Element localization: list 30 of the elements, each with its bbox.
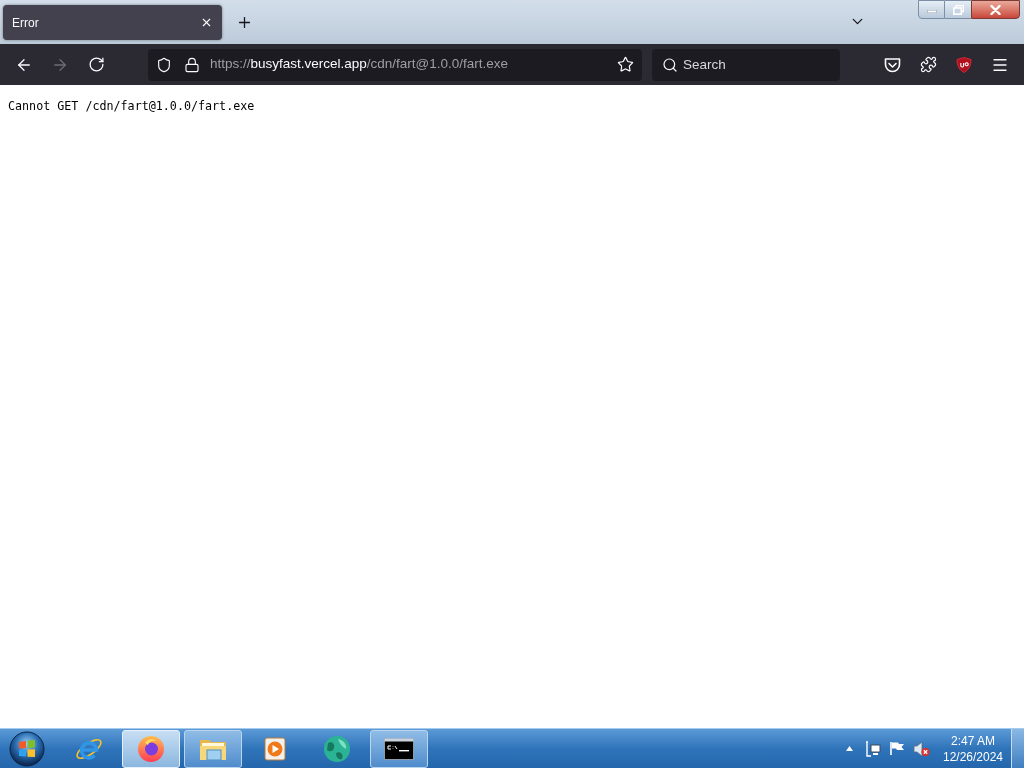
orb-icon bbox=[9, 730, 45, 767]
caret-up-icon bbox=[845, 746, 853, 751]
terminal-icon bbox=[384, 737, 414, 760]
lock-icon[interactable] bbox=[184, 56, 200, 73]
close-icon bbox=[990, 4, 1001, 15]
minimize-button[interactable] bbox=[918, 0, 945, 19]
minimize-icon bbox=[926, 10, 937, 13]
puzzle-icon bbox=[919, 56, 937, 73]
pouch-icon bbox=[883, 56, 901, 73]
reload-icon bbox=[87, 56, 105, 73]
taskbar-button[interactable] bbox=[370, 729, 428, 768]
play-icon bbox=[264, 736, 286, 761]
flag-icon bbox=[889, 741, 905, 756]
url-text: https://busyfast.vercel.app/cdn/fart@1.0.0/fart.exe bbox=[210, 55, 509, 74]
error-message: Cannot GET /cdn/fart@1.0.0/fart.exe bbox=[8, 98, 255, 114]
search-icon bbox=[662, 56, 678, 73]
globe-icon bbox=[322, 734, 352, 763]
ring-logo-icon bbox=[137, 734, 165, 763]
clock[interactable]: 2:47 AM 12/26/2024 bbox=[943, 729, 1003, 768]
search-field[interactable]: Search bbox=[652, 48, 840, 81]
network-icon bbox=[865, 740, 881, 757]
star-icon[interactable] bbox=[617, 56, 634, 73]
close-button[interactable] bbox=[971, 0, 1020, 19]
shield-logo-icon bbox=[956, 56, 972, 73]
restore-icon bbox=[952, 4, 964, 15]
restore-button[interactable] bbox=[945, 0, 971, 19]
shield-icon[interactable] bbox=[156, 56, 172, 73]
tab[interactable]: Error bbox=[3, 5, 222, 40]
show-desktop-button[interactable] bbox=[1011, 729, 1024, 768]
address-bar[interactable]: https://busyfast.vercel.app/cdn/fart@1.0.0/fart.exe bbox=[148, 48, 642, 81]
